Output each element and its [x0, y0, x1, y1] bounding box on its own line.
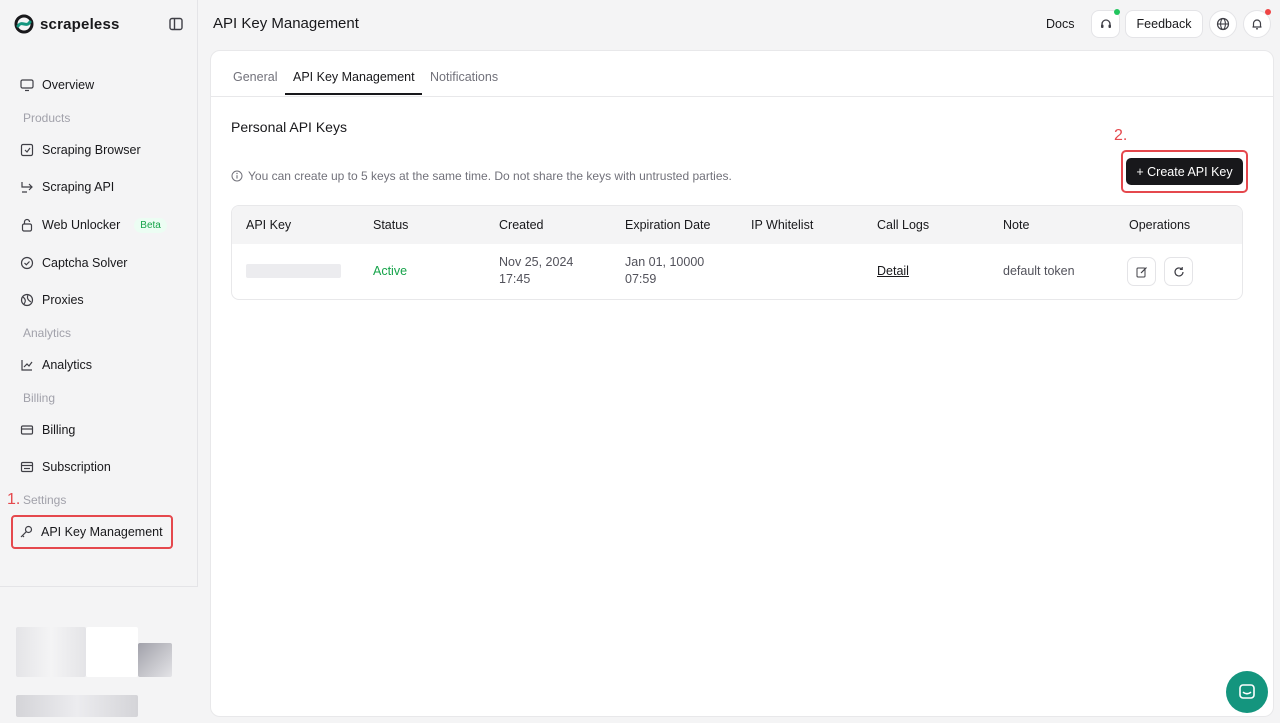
support-button[interactable] [1091, 9, 1120, 38]
sidebar-item-captcha-solver[interactable]: Captcha Solver [12, 248, 172, 278]
lock-icon [21, 218, 33, 232]
create-api-key-button[interactable]: + Create API Key [1126, 158, 1243, 185]
expiration-time: 07:59 [625, 272, 657, 286]
browser-icon [20, 143, 34, 157]
headset-icon [1100, 19, 1111, 28]
edit-key-button[interactable] [1127, 257, 1156, 286]
feedback-label: Feedback [1136, 17, 1192, 31]
blurred-region [86, 627, 138, 677]
expiration-date: Jan 01, 10000 [625, 255, 705, 269]
user-account-block[interactable] [0, 586, 198, 723]
masked-api-key[interactable] [246, 264, 341, 278]
sidebar-item-label: API Key Management [41, 525, 163, 539]
globe-icon [1216, 17, 1230, 31]
sidebar-group-products: Products [23, 111, 71, 125]
sidebar-item-analytics[interactable]: Analytics [12, 350, 172, 380]
language-button[interactable] [1209, 10, 1237, 38]
sidebar-item-scraping-browser[interactable]: Scraping Browser [12, 135, 172, 165]
blurred-avatar [16, 627, 86, 677]
sidebar-item-overview[interactable]: Overview [12, 70, 172, 100]
column-header: Note [1003, 218, 1030, 232]
tab-bar: General API Key Management Notifications [211, 51, 1273, 97]
docs-link[interactable]: Docs [1046, 17, 1074, 31]
notifications-button[interactable] [1243, 9, 1271, 38]
annotation-step-2: 2. [1114, 127, 1128, 144]
sidebar-item-label: Analytics [42, 358, 93, 372]
brand[interactable]: scrapeless [14, 12, 120, 36]
annotation-step-1: 1. [7, 491, 21, 508]
monitor-icon [20, 79, 34, 92]
beta-badge: Beta [134, 217, 167, 233]
feedback-button[interactable]: Feedback [1125, 10, 1203, 38]
bell-icon [1252, 19, 1262, 30]
subscription-icon [20, 461, 34, 473]
column-header: API Key [246, 218, 292, 232]
call-logs-detail-link[interactable]: Detail [877, 263, 909, 280]
column-header: Operations [1129, 218, 1191, 232]
section-title: Personal API Keys [231, 119, 347, 135]
sidebar-item-scraping-api[interactable]: Scraping API [12, 172, 172, 202]
sidebar-group-analytics: Analytics [23, 326, 72, 340]
tab-notifications[interactable]: Notifications [430, 70, 498, 84]
sidebar-group-settings: Settings [23, 493, 67, 507]
sidebar-item-label: Scraping Browser [42, 143, 141, 157]
sidebar-item-api-key-management[interactable]: API Key Management [11, 515, 173, 549]
info-icon [231, 170, 243, 182]
column-header: Created [499, 218, 544, 232]
column-header: Status [373, 218, 409, 232]
sidebar-item-label: Proxies [42, 293, 84, 307]
sidebar-item-label: Billing [42, 423, 76, 437]
sidebar-item-label: Captcha Solver [42, 256, 128, 270]
chat-support-button[interactable] [1226, 671, 1268, 713]
scrapeless-logo-icon [14, 14, 34, 34]
blurred-region [16, 695, 138, 717]
online-indicator [1114, 9, 1120, 15]
chart-icon [21, 360, 33, 371]
sidebar-item-label: Web Unlocker [42, 218, 121, 232]
created-date: Nov 25, 2024 [499, 255, 574, 269]
sidebar-item-web-unlocker[interactable]: Web Unlocker Beta [12, 210, 172, 240]
column-header: IP Whitelist [751, 218, 814, 232]
sidebar-item-label: Scraping API [42, 180, 115, 194]
status-badge: Active [373, 264, 408, 278]
globe-icon [20, 293, 34, 307]
sidebar-item-proxies[interactable]: Proxies [12, 285, 172, 315]
sidebar-group-billing: Billing [23, 391, 56, 405]
column-header: Expiration Date [625, 218, 711, 232]
sidebar-item-label: Overview [42, 78, 95, 92]
api-keys-table: API Key Status Created Expiration Date I… [231, 205, 1243, 300]
info-text: You can create up to 5 keys at the same … [248, 169, 732, 183]
note-value: default token [1003, 264, 1075, 278]
column-header: Call Logs [877, 218, 930, 232]
refresh-icon [1173, 266, 1184, 277]
card-icon [20, 425, 34, 435]
api-icon [21, 182, 33, 193]
refresh-key-button[interactable] [1164, 257, 1193, 286]
brand-name: scrapeless [40, 15, 120, 33]
active-tab-indicator [285, 93, 422, 95]
sidebar-item-label: Subscription [42, 460, 111, 474]
sidebar: scrapeless Overview Products Scraping Br… [0, 0, 198, 723]
main-card: General API Key Management Notifications… [210, 50, 1274, 717]
edit-icon [1136, 266, 1147, 277]
sidebar-item-billing[interactable]: Billing [12, 415, 172, 445]
notification-indicator [1265, 9, 1271, 15]
key-icon [20, 525, 33, 538]
sidebar-collapse-icon[interactable] [168, 16, 184, 32]
check-circle-icon [20, 256, 34, 270]
created-time: 17:45 [499, 272, 531, 286]
tab-api-key-management[interactable]: API Key Management [293, 70, 415, 84]
info-message: You can create up to 5 keys at the same … [231, 169, 732, 183]
table-header: API Key Status Created Expiration Date I… [232, 206, 1242, 244]
blurred-region [138, 643, 172, 677]
tab-general[interactable]: General [233, 70, 277, 84]
chat-icon [1239, 684, 1255, 699]
sidebar-item-subscription[interactable]: Subscription [12, 452, 172, 482]
page-title: API Key Management [213, 15, 359, 32]
